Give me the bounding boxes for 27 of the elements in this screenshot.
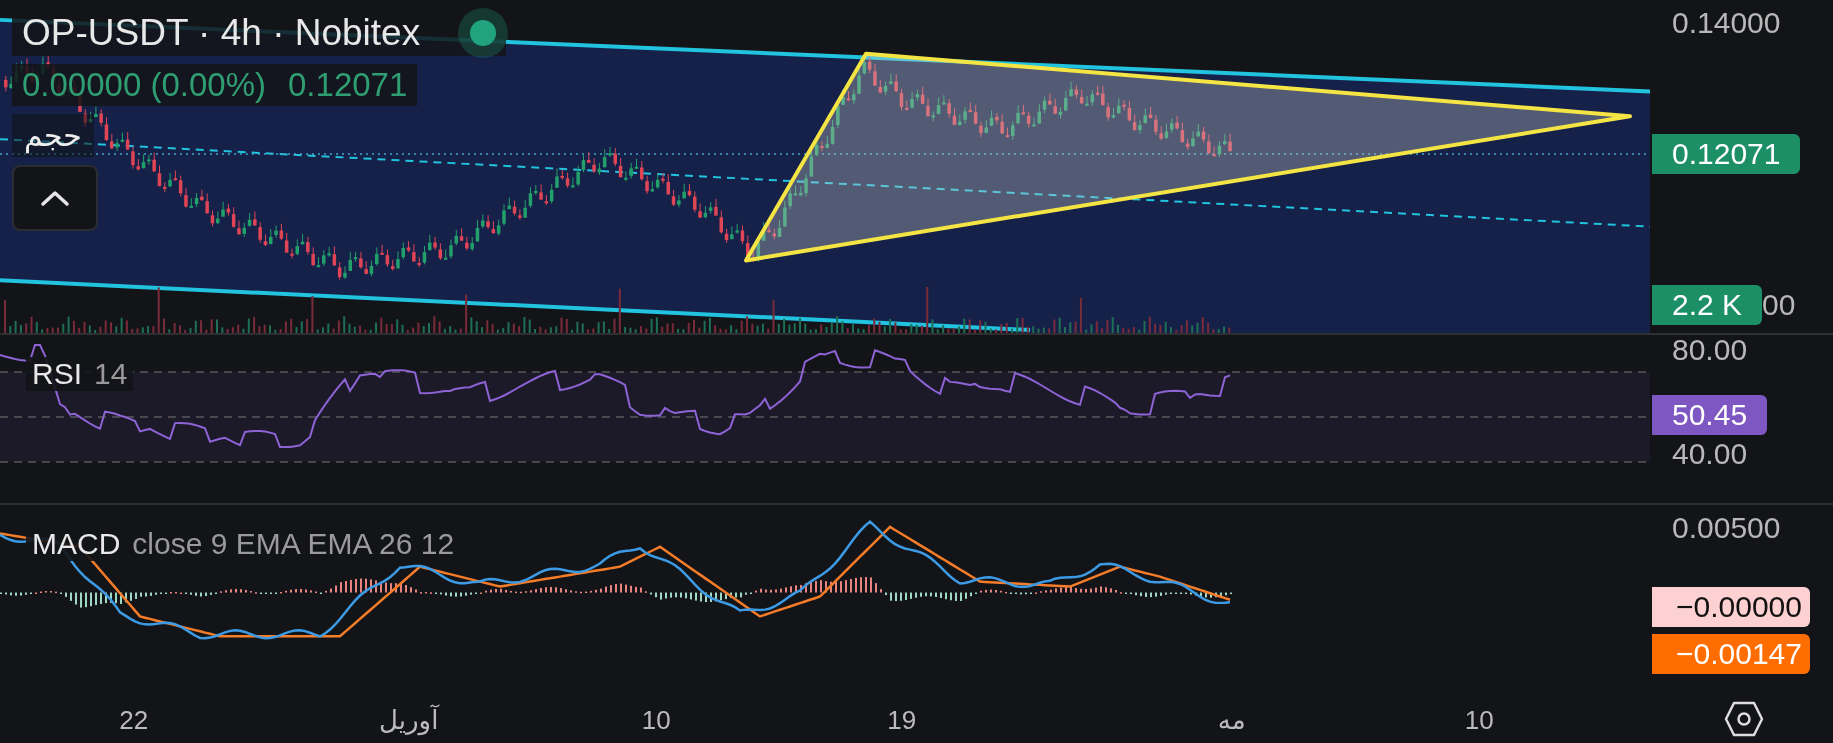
symbol-title: OP-USDT · 4h · Nobitex [22, 12, 421, 54]
time-axis-label: 22 [119, 705, 149, 736]
time-axis-label: مه [1217, 705, 1246, 736]
rsi-axis-label: 80.00 [1672, 333, 1748, 367]
rsi-value-badge: 50.45 [1652, 395, 1768, 435]
time-axis-label: 10 [1464, 705, 1494, 736]
macd-params: close 9 EMA EMA 26 12 [132, 527, 455, 561]
rsi-title: RSI [32, 357, 82, 391]
macd-value-badge: −0.00147 [1652, 634, 1810, 674]
time-axis-label: آوریل [379, 705, 439, 736]
chevron-up-icon [40, 189, 70, 207]
last-price-badge: 0.12071 [1652, 134, 1801, 174]
time-axis-label: 10 [641, 705, 671, 736]
rsi-params: 14 [94, 357, 128, 391]
volume-badge: 2.2 K [1652, 285, 1763, 325]
price-change: 0.00000 (0.00%) [22, 66, 266, 104]
settings-icon[interactable] [1724, 701, 1764, 737]
collapse-button[interactable] [12, 165, 98, 231]
macd-axis-label: 0.00500 [1672, 511, 1781, 545]
macd-title: MACD [32, 527, 121, 561]
volume-label: حجم [12, 114, 94, 157]
macd-value-badge: −0.00000 [1652, 587, 1810, 627]
time-axis-label: 19 [887, 705, 917, 736]
price-axis-label: 0.14000 [1672, 6, 1781, 40]
rsi-axis-label: 40.00 [1672, 437, 1748, 471]
price-axis-label: 00 [1762, 288, 1796, 322]
last-price: 0.12071 [288, 66, 408, 104]
